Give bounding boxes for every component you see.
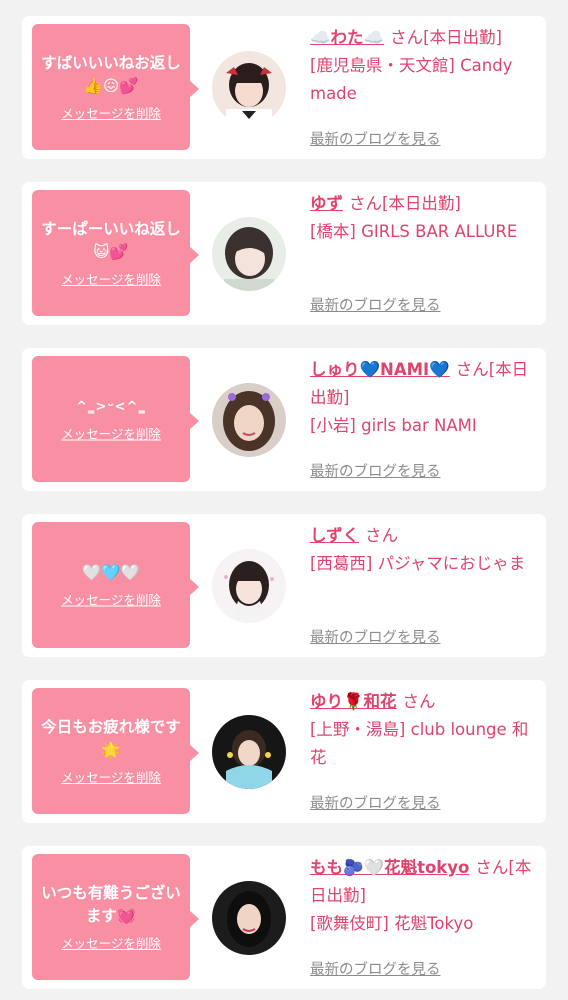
message-bubble: ^‗>ᵕ<^‗ メッセージを削除 xyxy=(32,356,199,482)
avatar-photo xyxy=(212,715,286,789)
message-text: すーぱーいいね返し😺💕 xyxy=(41,220,181,261)
avatar-photo xyxy=(212,881,286,955)
avatar[interactable] xyxy=(212,881,286,955)
cast-status: さん[本日出勤] xyxy=(390,28,502,47)
cast-status: さん xyxy=(365,526,399,545)
message-card: ^‗>ᵕ<^‗ メッセージを削除 しゅり💙NAMI💙 さん[本日出勤] [小岩] … xyxy=(22,348,546,491)
delete-message-link[interactable]: メッセージを削除 xyxy=(61,424,161,443)
message-bubble: すばいいいねお返し👍😖💕 メッセージを削除 xyxy=(32,24,199,150)
view-latest-blog-link[interactable]: 最新のブログを見る xyxy=(310,626,441,647)
avatar[interactable] xyxy=(212,383,286,457)
message-list: すばいいいねお返し👍😖💕 メッセージを削除 ☁️わた☁️ さん[本日出勤] [鹿児… xyxy=(0,0,568,1000)
cast-status: さん[本日出勤] xyxy=(349,194,461,213)
view-latest-blog-link[interactable]: 最新のブログを見る xyxy=(310,792,441,813)
view-latest-blog-link[interactable]: 最新のブログを見る xyxy=(310,128,441,149)
shop-info: [鹿児島県・天文館] Candy made xyxy=(310,56,513,103)
message-bubble: すーぱーいいね返し😺💕 メッセージを削除 xyxy=(32,190,199,316)
delete-message-link[interactable]: メッセージを削除 xyxy=(61,269,161,288)
delete-message-link[interactable]: メッセージを削除 xyxy=(61,933,161,952)
message-bubble: 🤍🩵🤍 メッセージを削除 xyxy=(32,522,199,648)
shop-info: [橋本] GIRLS BAR ALLURE xyxy=(310,222,518,241)
view-latest-blog-link[interactable]: 最新のブログを見る xyxy=(310,958,441,979)
message-card: 今日もお疲れ様です🌟 メッセージを削除 ゆり🌹和花 さん [上野・湯島] club… xyxy=(22,680,546,823)
cast-status: さん xyxy=(402,692,436,711)
message-text: 今日もお疲れ様です🌟 xyxy=(41,718,181,759)
cast-info: もも🫐🤍花魁tokyo さん[本日出勤] [歌舞伎町] 花魁Tokyo xyxy=(310,854,538,938)
avatar-photo xyxy=(212,51,286,125)
cast-name-link[interactable]: しずく xyxy=(310,526,359,545)
message-bubble: いつも有難うございます💓 メッセージを削除 xyxy=(32,854,199,980)
message-card: すーぱーいいね返し😺💕 メッセージを削除 ゆず さん[本日出勤] [橋本] GIR… xyxy=(22,182,546,325)
view-latest-blog-link[interactable]: 最新のブログを見る xyxy=(310,460,441,481)
cast-info: ☁️わた☁️ さん[本日出勤] [鹿児島県・天文館] Candy made xyxy=(310,24,538,108)
message-text: 🤍🩵🤍 xyxy=(82,563,140,582)
avatar[interactable] xyxy=(212,549,286,623)
cast-name-link[interactable]: ゆず xyxy=(310,194,343,213)
avatar-photo xyxy=(212,217,286,291)
message-text: すばいいいねお返し👍😖💕 xyxy=(41,54,181,95)
delete-message-link[interactable]: メッセージを削除 xyxy=(61,103,161,122)
message-card: すばいいいねお返し👍😖💕 メッセージを削除 ☁️わた☁️ さん[本日出勤] [鹿児… xyxy=(22,16,546,159)
message-card: いつも有難うございます💓 メッセージを削除 もも🫐🤍花魁tokyo さん[本日出勤… xyxy=(22,846,546,989)
message-text: ^‗>ᵕ<^‗ xyxy=(76,399,146,415)
cast-info: ゆず さん[本日出勤] [橋本] GIRLS BAR ALLURE xyxy=(310,190,538,246)
avatar-photo xyxy=(212,383,286,457)
shop-info: [西葛西] パジャマにおじゃま xyxy=(310,554,526,573)
cast-name-link[interactable]: ゆり🌹和花 xyxy=(310,692,397,711)
cast-name-link[interactable]: しゅり💙NAMI💙 xyxy=(310,360,450,379)
message-bubble: 今日もお疲れ様です🌟 メッセージを削除 xyxy=(32,688,199,814)
cast-info: しゅり💙NAMI💙 さん[本日出勤] [小岩] girls bar NAMI xyxy=(310,356,538,440)
avatar[interactable] xyxy=(212,217,286,291)
avatar-photo xyxy=(212,549,286,623)
message-text: いつも有難うございます💓 xyxy=(41,884,181,925)
cast-info: しずく さん [西葛西] パジャマにおじゃま xyxy=(310,522,538,578)
shop-info: [小岩] girls bar NAMI xyxy=(310,416,477,435)
view-latest-blog-link[interactable]: 最新のブログを見る xyxy=(310,294,441,315)
cast-name-link[interactable]: もも🫐🤍花魁tokyo xyxy=(310,858,469,877)
cast-info: ゆり🌹和花 さん [上野・湯島] club lounge 和花 xyxy=(310,688,538,772)
cast-name-link[interactable]: ☁️わた☁️ xyxy=(310,28,384,47)
shop-info: [歌舞伎町] 花魁Tokyo xyxy=(310,914,474,933)
avatar[interactable] xyxy=(212,715,286,789)
shop-info: [上野・湯島] club lounge 和花 xyxy=(310,720,529,767)
message-card: 🤍🩵🤍 メッセージを削除 しずく さん [西葛西] パジャマにおじゃま 最新のブロ… xyxy=(22,514,546,657)
delete-message-link[interactable]: メッセージを削除 xyxy=(61,767,161,786)
delete-message-link[interactable]: メッセージを削除 xyxy=(61,590,161,609)
avatar[interactable] xyxy=(212,51,286,125)
